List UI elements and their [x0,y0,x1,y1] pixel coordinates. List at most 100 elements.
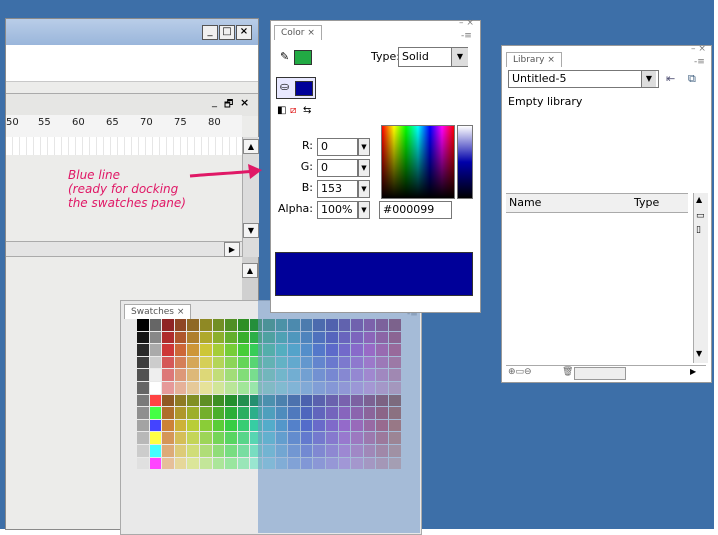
chevron-down-icon[interactable]: ▼ [641,71,656,87]
library-tab[interactable]: Library × [506,52,562,67]
swatch-cell[interactable] [200,394,212,407]
narrow-view-icon[interactable]: ▯ [696,225,701,235]
swatch-cell[interactable] [200,419,212,432]
minimize-button[interactable]: _ [202,25,218,40]
swatch-cell[interactable] [149,394,162,407]
swatch-cell[interactable] [212,432,225,444]
swatch-cell[interactable] [212,394,225,407]
swatch-cell[interactable] [187,432,199,444]
type-select[interactable]: Solid ▼ [398,47,468,67]
swatch-cell[interactable] [187,331,199,344]
pencil-icon[interactable]: ✎ [280,50,289,63]
timeline-frames[interactable] [6,137,242,155]
swatch-cell[interactable] [174,319,187,331]
swatch-cell[interactable] [237,356,250,369]
swatch-cell[interactable] [187,356,199,369]
swatch-cell[interactable] [200,319,212,331]
swatch-cell[interactable] [162,319,174,331]
b-input[interactable]: 153 [317,180,358,198]
swatch-cell[interactable] [162,356,174,369]
swatch-cell[interactable] [149,382,162,394]
hex-input[interactable]: #000099 [379,201,452,219]
swatch-cell[interactable] [237,394,250,407]
swatch-cell[interactable] [137,319,149,331]
swatch-cell[interactable] [212,445,225,457]
swatch-cell[interactable] [200,356,212,369]
swatch-cell[interactable] [237,344,250,356]
swatch-cell[interactable] [162,394,174,407]
swatch-cell[interactable] [149,457,162,470]
chevron-down-icon[interactable]: ▼ [451,48,468,66]
swatch-cell[interactable] [149,319,162,331]
swatch-cell[interactable] [137,394,149,407]
swatch-cell[interactable] [174,419,187,432]
swatch-cell[interactable] [212,319,225,331]
r-input[interactable]: 0 [317,138,358,156]
swatch-cell[interactable] [162,419,174,432]
swatch-cell[interactable] [162,457,174,470]
swatch-cell[interactable] [212,369,225,381]
timeline-scrollbar[interactable]: ▲ ▼ [242,137,259,257]
stroke-color-swatch[interactable] [294,50,312,65]
swatch-cell[interactable] [200,457,212,470]
swatch-cell[interactable] [174,432,187,444]
swatch-cell[interactable] [174,382,187,394]
g-input[interactable]: 0 [317,159,358,177]
swatch-cell[interactable] [187,382,199,394]
swatch-cell[interactable] [137,407,149,419]
swatch-cell[interactable] [225,382,237,394]
swatch-cell[interactable] [187,407,199,419]
swatch-cell[interactable] [212,344,225,356]
swatch-cell[interactable] [162,382,174,394]
panel-close-icon[interactable]: – × [459,18,474,28]
swatch-cell[interactable] [237,382,250,394]
swatch-cell[interactable] [200,369,212,381]
maximize-button[interactable]: □ [219,25,235,40]
swatch-cell[interactable] [149,356,162,369]
no-color-icon[interactable]: ⧄ [290,105,296,116]
color-spectrum[interactable] [381,125,455,199]
swatch-cell[interactable] [225,432,237,444]
swatch-cell[interactable] [174,369,187,381]
swatch-cell[interactable] [137,382,149,394]
swatch-cell[interactable] [174,344,187,356]
scroll-up-icon[interactable]: ▲ [242,263,258,278]
swatch-cell[interactable] [137,356,149,369]
swatch-cell[interactable] [225,369,237,381]
swatch-cell[interactable] [174,331,187,344]
swatch-cell[interactable] [174,407,187,419]
scroll-up-icon[interactable]: ▲ [696,195,702,204]
column-type-header[interactable]: Type [634,196,659,209]
swatch-cell[interactable] [174,356,187,369]
scroll-right-icon[interactable]: ▶ [224,242,240,257]
swatch-cell[interactable] [212,356,225,369]
color-tab[interactable]: Color × [274,25,322,40]
library-hscrollbar[interactable] [574,367,626,380]
swatch-cell[interactable] [237,319,250,331]
swatch-cell[interactable] [225,394,237,407]
swatch-cell[interactable] [174,394,187,407]
library-document-select[interactable]: Untitled-5 ▼ [508,70,659,88]
swatch-cell[interactable] [187,419,199,432]
swatch-cell[interactable] [237,331,250,344]
swatch-cell[interactable] [237,369,250,381]
b-dropdown-icon[interactable]: ▼ [358,180,370,198]
scroll-down-icon[interactable]: ▼ [696,349,702,358]
close-button[interactable]: × [236,25,252,40]
swatch-cell[interactable] [187,394,199,407]
swatch-cell[interactable] [137,432,149,444]
swatch-cell[interactable] [137,344,149,356]
column-name-header[interactable]: Name [509,196,541,209]
swatch-cell[interactable] [187,457,199,470]
swatch-cell[interactable] [212,407,225,419]
library-vscrollbar[interactable]: ▲ ▭ ▯ ▼ [693,193,708,363]
fill-tool-frame[interactable]: ⛀ [276,77,316,99]
wide-view-icon[interactable]: ▭ [696,211,705,221]
swatch-cell[interactable] [162,432,174,444]
new-library-icon[interactable]: ⧉ [688,72,696,86]
swatch-cell[interactable] [237,457,250,470]
swatch-cell[interactable] [162,369,174,381]
swap-colors-icon[interactable]: ⇆ [303,105,311,116]
swatch-cell[interactable] [137,445,149,457]
swatch-cell[interactable] [200,382,212,394]
